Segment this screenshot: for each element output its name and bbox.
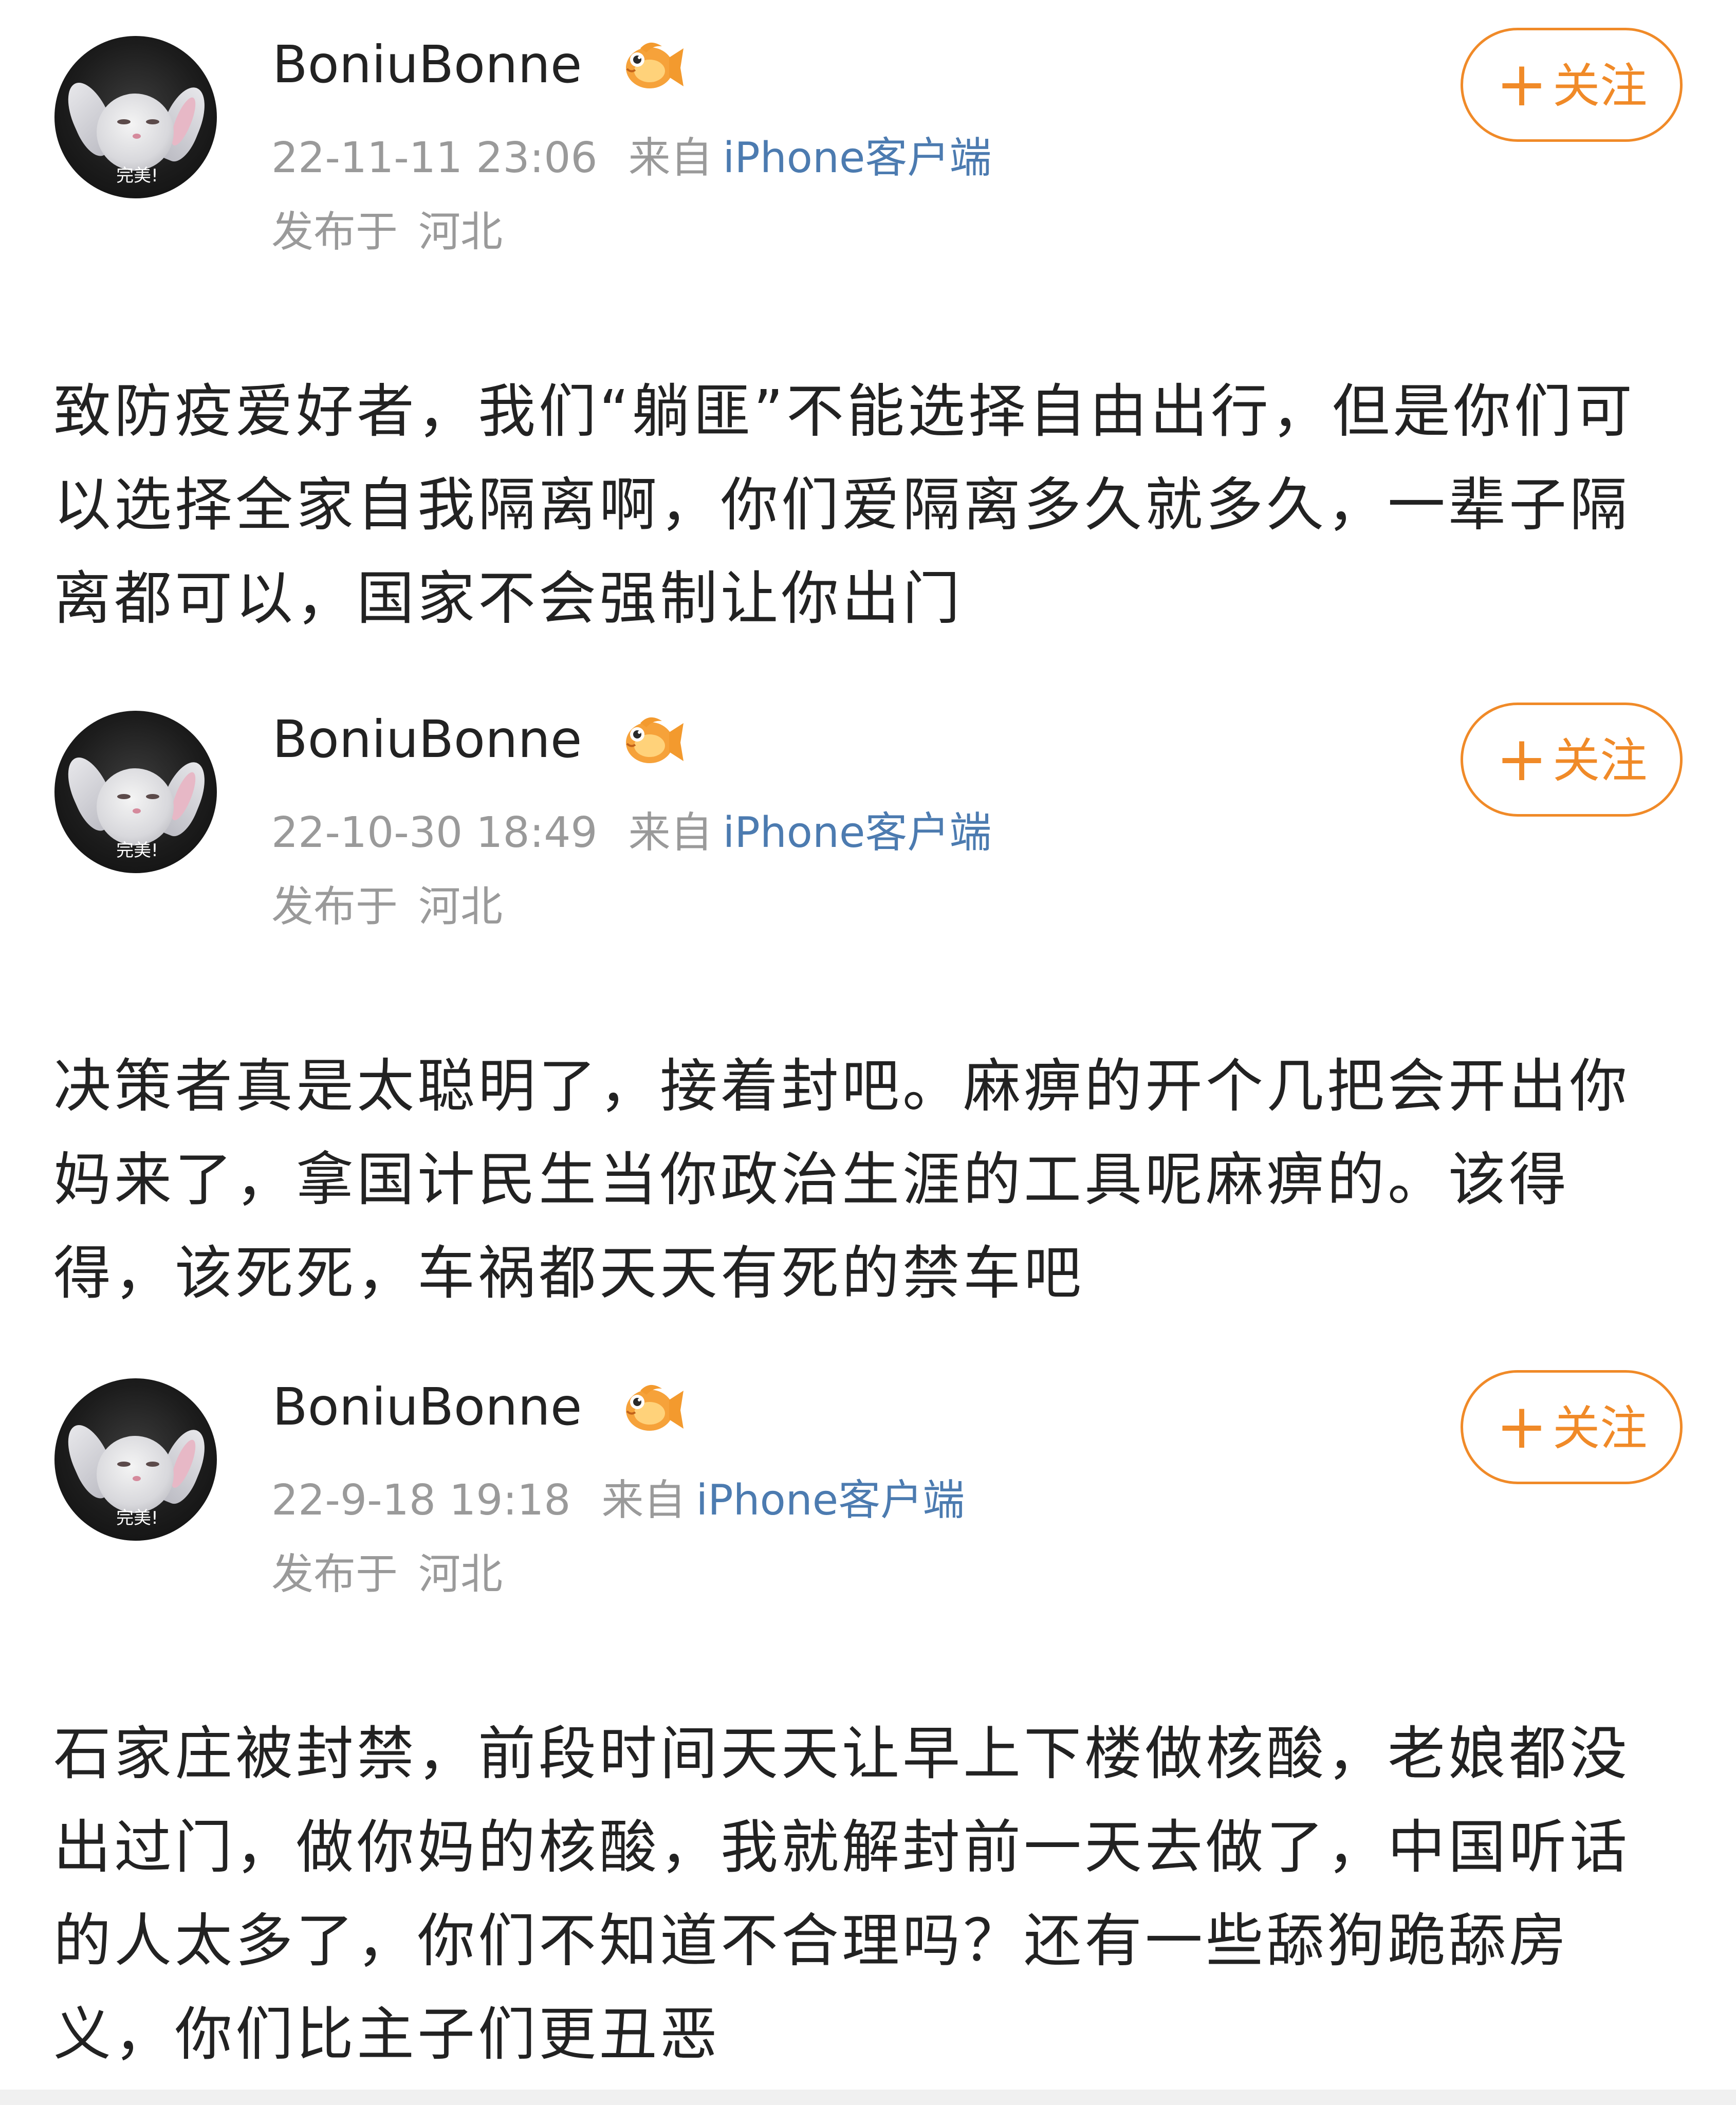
- location-line: 发布于 河北: [271, 1549, 503, 1600]
- location-value: 河北: [418, 882, 503, 931]
- follow-button[interactable]: + 关注: [1461, 28, 1683, 142]
- plus-icon: +: [1495, 1391, 1548, 1463]
- follow-label: 关注: [1553, 733, 1648, 788]
- location-line: 发布于 河北: [271, 207, 503, 258]
- avatar-caption: 完美!: [116, 165, 158, 186]
- timestamp: 22-9-18 19:18: [271, 1476, 571, 1525]
- avatar-caption: 完美!: [116, 1508, 158, 1528]
- username[interactable]: BoniuBonne: [272, 1376, 582, 1438]
- post-card: 完美! BoniuBonne 22-11-11 23:06 来自 iPhone客户端…: [0, 0, 1736, 668]
- post-meta: 22-9-18 19:18 来自 iPhone客户端: [271, 1475, 965, 1526]
- from-label: 来自: [628, 808, 713, 857]
- post-content: 石家庄被封禁，前段时间天天让早上下楼做核酸，老娘都没出过门，做你妈的核酸，我就解…: [53, 1721, 1630, 2068]
- plus-icon: +: [1495, 49, 1548, 120]
- post-card: 完美! BoniuBonne 22-9-18 19:18 来自 iPhone客户端 …: [0, 1342, 1736, 2088]
- timestamp: 22-11-11 23:06: [271, 134, 598, 182]
- from-label: 来自: [601, 1476, 686, 1525]
- timestamp: 22-10-30 18:49: [271, 808, 598, 857]
- username[interactable]: BoniuBonne: [272, 34, 582, 96]
- post-content: 决策者真是太聪明了，接着封吧。麻痹的开个几把会开出你妈来了，拿国计民生当你政治生…: [53, 1053, 1630, 1307]
- from-label: 来自: [628, 134, 713, 182]
- follow-label: 关注: [1553, 1401, 1648, 1456]
- location-label: 发布于: [271, 882, 398, 931]
- follow-label: 关注: [1553, 59, 1648, 114]
- goldfish-badge-icon[interactable]: [620, 37, 685, 94]
- location-value: 河北: [418, 208, 503, 256]
- follow-button[interactable]: + 关注: [1461, 703, 1683, 817]
- goldfish-badge-icon[interactable]: [620, 712, 685, 768]
- avatar-caption: 完美!: [116, 840, 158, 861]
- client-link[interactable]: iPhone客户端: [696, 1476, 965, 1525]
- post-card: 完美! BoniuBonne 22-10-30 18:49 来自 iPhone客户端…: [0, 675, 1736, 1343]
- username[interactable]: BoniuBonne: [272, 709, 582, 770]
- avatar[interactable]: 完美!: [54, 1378, 217, 1541]
- location-label: 发布于: [271, 1550, 398, 1599]
- client-link[interactable]: iPhone客户端: [723, 808, 992, 857]
- goldfish-badge-icon[interactable]: [620, 1379, 685, 1436]
- plus-icon: +: [1495, 724, 1548, 795]
- bottom-divider: [0, 2090, 1736, 2105]
- follow-button[interactable]: + 关注: [1461, 1370, 1683, 1484]
- client-link[interactable]: iPhone客户端: [723, 134, 992, 182]
- post-content: 致防疫爱好者，我们“躺匪”不能选择自由出行，但是你们可以选择全家自我隔离啊，你们…: [53, 378, 1636, 632]
- location-line: 发布于 河北: [271, 881, 503, 933]
- post-meta: 22-11-11 23:06 来自 iPhone客户端: [271, 133, 991, 184]
- avatar[interactable]: 完美!: [54, 711, 217, 873]
- post-meta: 22-10-30 18:49 来自 iPhone客户端: [271, 807, 991, 859]
- location-label: 发布于: [271, 208, 398, 256]
- location-value: 河北: [418, 1550, 503, 1599]
- avatar[interactable]: 完美!: [54, 36, 217, 198]
